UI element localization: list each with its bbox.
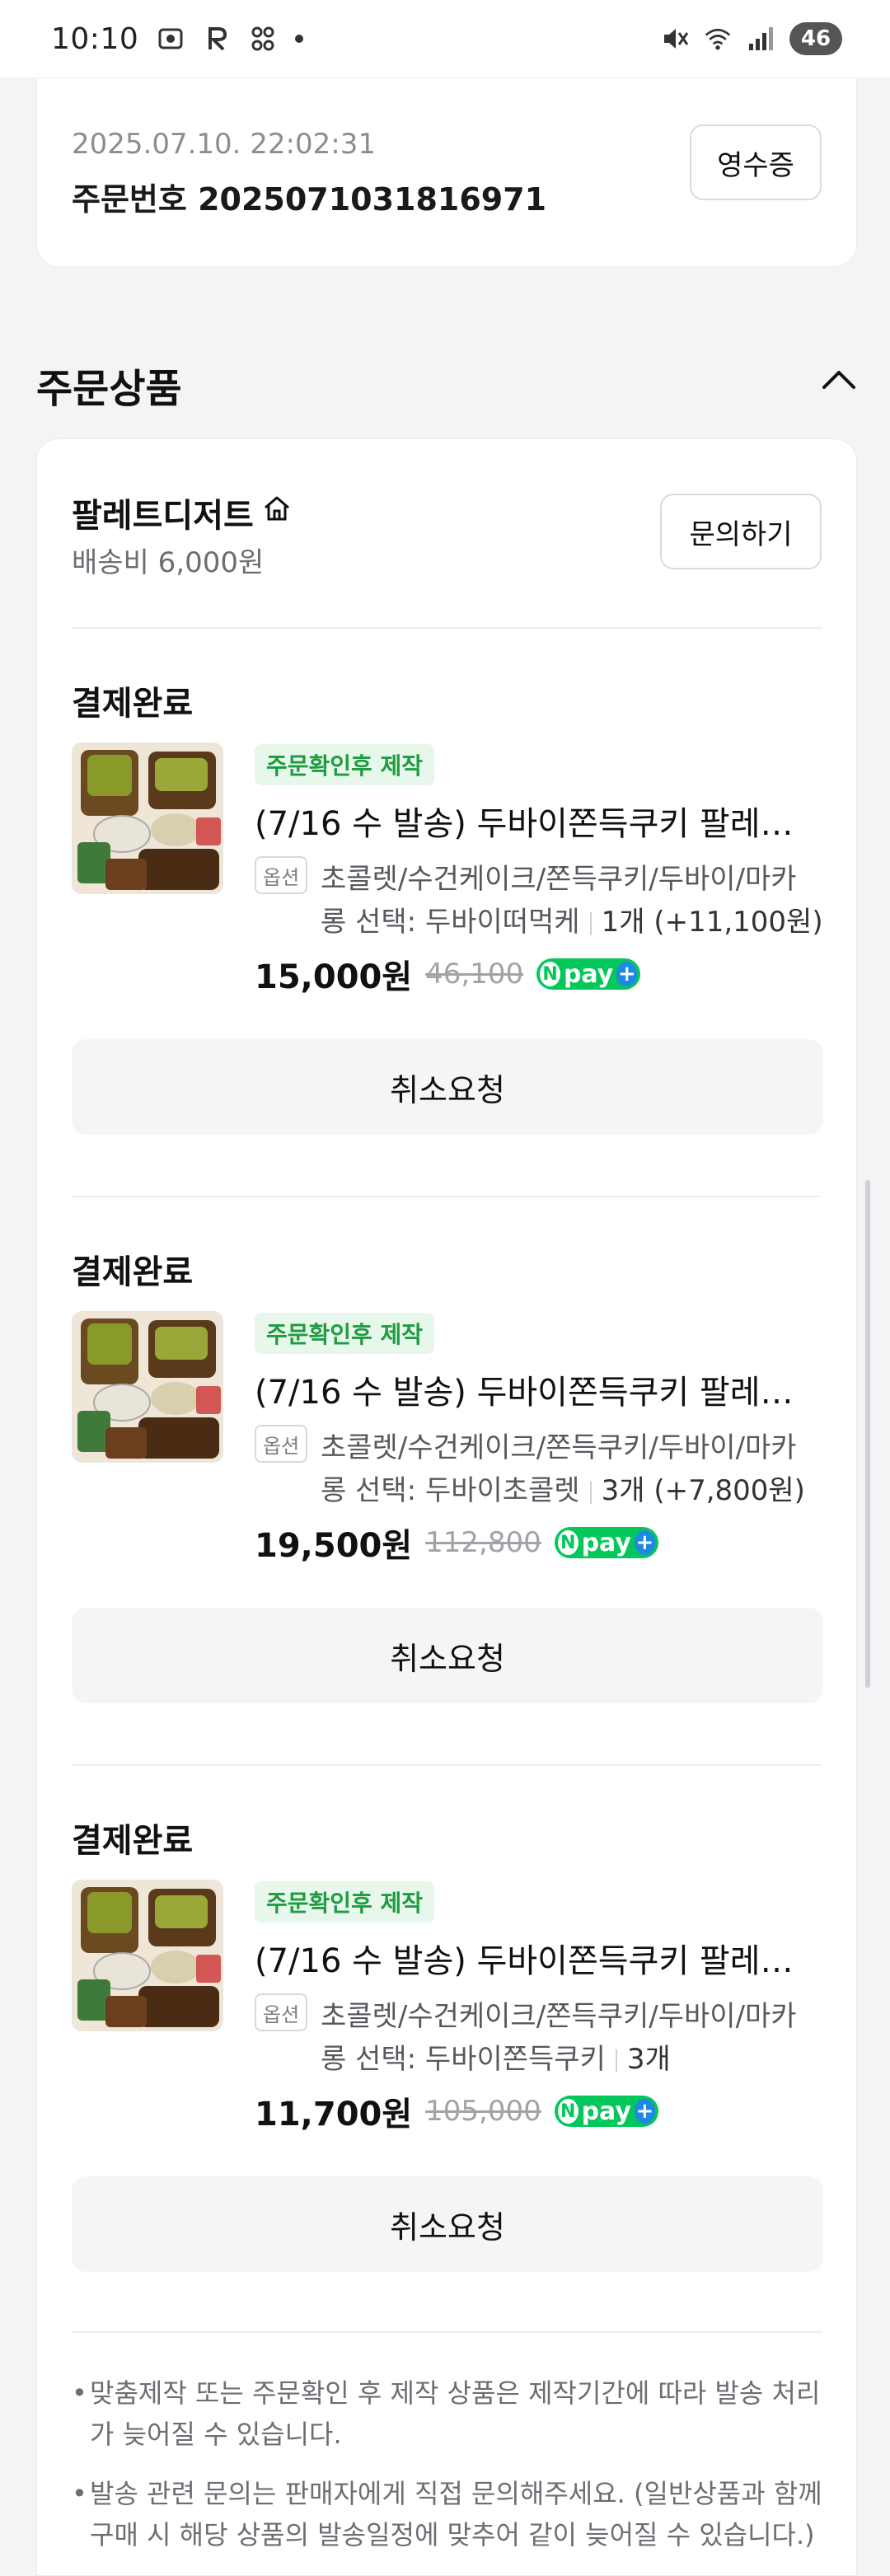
order-number: 주문번호 2025071031816971 xyxy=(72,181,547,218)
option-selection: 롱 선택: 두바이쫀득쿠키 3개 xyxy=(321,2036,671,2077)
price: 11,700원 xyxy=(255,2096,413,2133)
separator xyxy=(589,1480,592,1504)
made-to-order-badge: 주문확인후 제작 xyxy=(255,744,435,785)
option-text: 초콜렛/수건케이크/쫀득쿠키/두바이/마카 xyxy=(321,2000,797,2033)
made-to-order-badge: 주문확인후 제작 xyxy=(255,1313,435,1354)
naver-n-icon: N xyxy=(557,1530,578,1555)
product-thumbnail[interactable] xyxy=(72,1880,223,2031)
cancel-request-button[interactable]: 취소요청 xyxy=(72,1608,823,1703)
divider xyxy=(72,2331,822,2333)
battery-indicator: 46 xyxy=(789,22,842,55)
item-status: 결제완료 xyxy=(72,1253,194,1291)
home-icon xyxy=(262,494,292,532)
cancel-request-button[interactable]: 취소요청 xyxy=(72,2176,823,2272)
product-title[interactable]: (7/16 수 발송) 두바이쫀득쿠키 팔레트디저트 xyxy=(255,797,823,845)
original-price: 46,100 xyxy=(425,958,524,991)
scrollbar[interactable] xyxy=(865,1180,870,1688)
option-tag: 옵션 xyxy=(255,1993,308,2031)
separator xyxy=(615,2049,617,2073)
product-thumbnail[interactable] xyxy=(72,1311,223,1463)
plus-icon: + xyxy=(634,1530,655,1555)
plus-icon: + xyxy=(616,962,638,986)
npay-label: pay xyxy=(581,1528,631,1557)
order-date: 2025.07.10. 22:02:31 xyxy=(72,128,376,161)
order-items-card: 팔레트디저트 배송비 6,000원 문의하기 결제완료 주문확인후 제작 (7/… xyxy=(36,438,857,2576)
price-row: 15,000원 46,100 N pay + xyxy=(255,950,641,998)
plus-icon: + xyxy=(634,2099,655,2124)
item-status: 결제완료 xyxy=(72,685,194,723)
receipt-button[interactable]: 영수증 xyxy=(690,124,822,200)
price: 19,500원 xyxy=(255,1527,413,1565)
divider xyxy=(72,1764,822,1766)
product-title[interactable]: (7/16 수 발송) 두바이쫀득쿠키 팔레트디저트 xyxy=(255,1934,823,1982)
option-tag: 옵션 xyxy=(255,1425,308,1463)
cancel-request-button[interactable]: 취소요청 xyxy=(72,1039,823,1135)
order-info-card: 2025.07.10. 22:02:31 주문번호 20250710318169… xyxy=(36,77,857,267)
screenshot-icon xyxy=(157,25,185,53)
npay-plus-badge: N pay + xyxy=(536,958,641,990)
price-row: 19,500원 112,800 N pay + xyxy=(255,1519,658,1567)
made-to-order-badge: 주문확인후 제작 xyxy=(255,1881,435,1923)
naver-n-icon: N xyxy=(557,2099,578,2124)
divider xyxy=(72,627,822,629)
option-text: 초콜렛/수건케이크/쫀득쿠키/두바이/마카 xyxy=(321,863,797,896)
seller-name[interactable]: 팔레트디저트 xyxy=(72,489,292,536)
signal-icon xyxy=(747,25,775,53)
price-row: 11,700원 105,000 N pay + xyxy=(255,2087,658,2135)
status-bar-right: 46 xyxy=(661,22,842,55)
option-selection-value: 롱 선택: 두바이초콜렛 xyxy=(321,1474,580,1507)
section-title: 주문상품 xyxy=(36,366,182,412)
option-quantity: 3개 xyxy=(626,2043,671,2076)
original-price: 105,000 xyxy=(425,2095,541,2128)
option-selection: 롱 선택: 두바이초콜렛 3개 (+7,800원) xyxy=(321,1468,805,1508)
mute-icon xyxy=(661,25,689,53)
product-title[interactable]: (7/16 수 발송) 두바이쫀득쿠키 팔레트디저트 xyxy=(255,1365,823,1413)
option-selection-value: 롱 선택: 두바이떠먹케 xyxy=(321,906,580,939)
wifi-icon xyxy=(704,25,732,53)
option-quantity: 1개 (+11,100원) xyxy=(601,906,823,939)
option-selection: 롱 선택: 두바이떠먹케 1개 (+11,100원) xyxy=(321,899,823,939)
price: 15,000원 xyxy=(255,958,413,996)
option-tag: 옵션 xyxy=(255,856,308,894)
original-price: 112,800 xyxy=(425,1526,541,1559)
app-r-icon xyxy=(203,25,231,53)
status-bar: 10:10 46 xyxy=(0,0,890,77)
divider xyxy=(72,1196,822,1197)
option-selection-value: 롱 선택: 두바이쫀득쿠키 xyxy=(321,2043,606,2076)
option-quantity: 3개 (+7,800원) xyxy=(601,1474,805,1507)
option-text: 초콜렛/수건케이크/쫀득쿠키/두바이/마카 xyxy=(321,1431,797,1464)
separator xyxy=(589,911,592,935)
notice-item: 맞춤제작 또는 주문확인 후 제작 상품은 제작기간에 따라 발송 처리가 늦어… xyxy=(72,2372,830,2455)
seller-name-label: 팔레트디저트 xyxy=(72,497,254,535)
notification-dot-icon xyxy=(295,35,304,43)
product-thumbnail[interactable] xyxy=(72,742,223,894)
npay-plus-badge: N pay + xyxy=(554,2096,658,2127)
npay-label: pay xyxy=(581,2096,631,2126)
item-status: 결제완료 xyxy=(72,1822,194,1860)
npay-label: pay xyxy=(563,959,614,989)
naver-n-icon: N xyxy=(540,962,560,986)
shipping-fee: 배송비 6,000원 xyxy=(72,546,265,579)
chevron-up-icon[interactable] xyxy=(821,366,857,391)
status-time: 10:10 xyxy=(51,21,139,56)
status-bar-left: 10:10 xyxy=(51,21,304,56)
npay-plus-badge: N pay + xyxy=(554,1527,658,1558)
app-grid-icon xyxy=(249,25,277,53)
notice-item: 발송 관련 문의는 판매자에게 직접 문의해주세요. (일반상품과 함께 구매 … xyxy=(72,2473,830,2555)
inquiry-button[interactable]: 문의하기 xyxy=(660,494,822,569)
